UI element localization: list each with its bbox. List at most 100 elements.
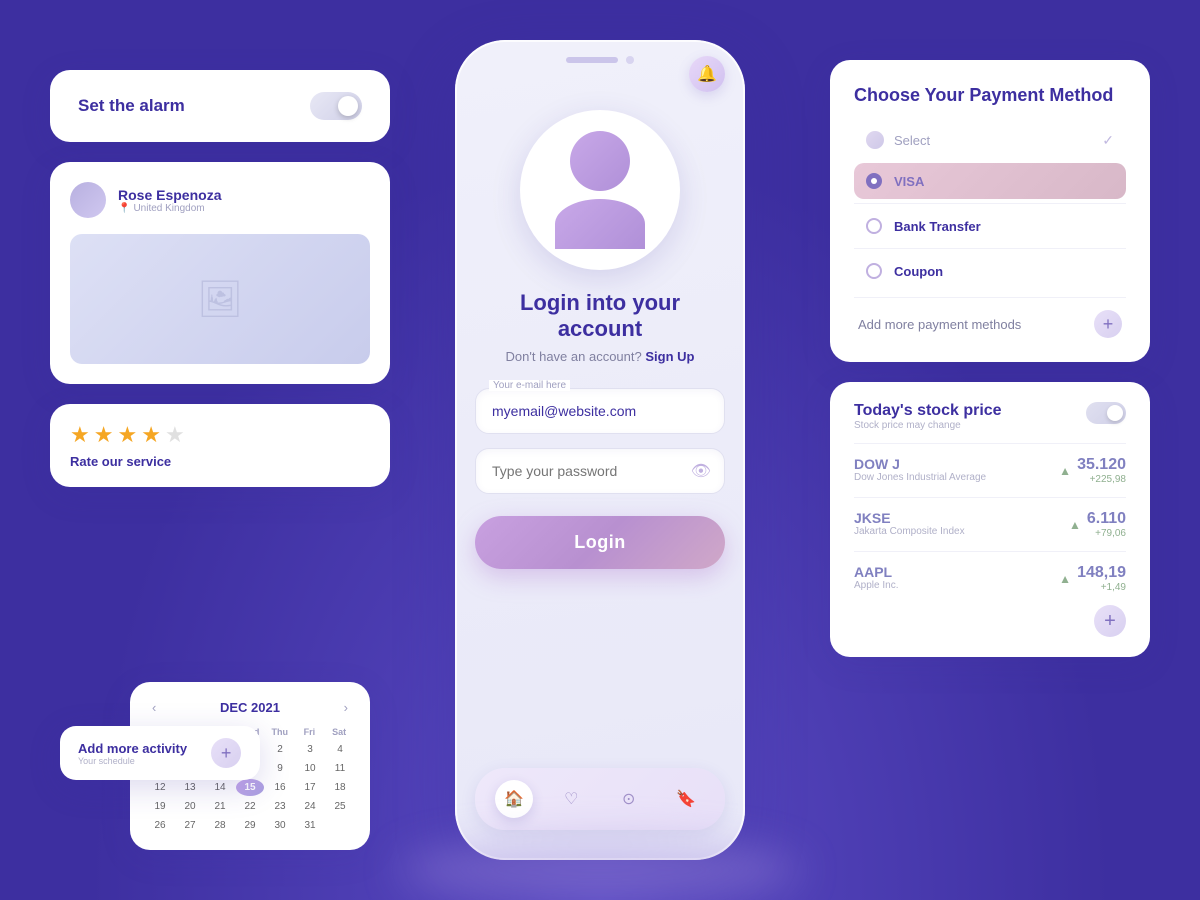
add-activity-button[interactable]: + [211, 738, 241, 768]
payment-card: Choose Your Payment Method Select ✓ VISA… [830, 60, 1150, 362]
cal-day-26[interactable]: 26 [146, 817, 174, 834]
cal-day-31[interactable]: 31 [296, 817, 324, 834]
cal-day-28[interactable]: 28 [206, 817, 234, 834]
stock-title-group: Today's stock price Stock price may chan… [854, 402, 1002, 431]
alarm-label: Set the alarm [78, 96, 185, 116]
cal-day-19[interactable]: 19 [146, 798, 174, 815]
cal-day-3[interactable]: 3 [296, 741, 324, 758]
stock-card: Today's stock price Stock price may chan… [830, 382, 1150, 657]
cal-day-20[interactable]: 20 [176, 798, 204, 815]
payment-divider-2 [854, 248, 1126, 249]
bell-icon[interactable]: 🔔 [689, 56, 725, 92]
phone-login-title: Login into your account [475, 290, 725, 343]
scene: Set the alarm Rose Espenoza 📍 United Kin… [50, 30, 1150, 870]
payment-option-coupon[interactable]: Coupon [854, 253, 1126, 289]
eye-icon[interactable]: 👁 [691, 461, 711, 481]
star-rating[interactable]: ★ ★ ★ ★ ★ [70, 422, 370, 448]
stock-divider-2 [854, 497, 1126, 498]
profile-info: Rose Espenoza 📍 United Kingdom [118, 187, 221, 214]
stock-name-aapl: Apple Inc. [854, 580, 898, 591]
avatar-head [570, 131, 630, 191]
cal-day-21[interactable]: 21 [206, 798, 234, 815]
cal-day-14[interactable]: 14 [206, 779, 234, 796]
password-input[interactable] [475, 448, 725, 494]
payment-option-bank[interactable]: Bank Transfer [854, 208, 1126, 244]
cal-day-12[interactable]: 12 [146, 779, 174, 796]
payment-radio-bank [866, 218, 882, 234]
nav-heart[interactable]: ♡ [552, 780, 590, 818]
nav-home[interactable]: 🏠 [495, 780, 533, 818]
stock-divider-1 [854, 443, 1126, 444]
profile-name: Rose Espenoza [118, 187, 221, 203]
stock-change-dowj: +225,98 [1077, 474, 1126, 485]
stock-toggle[interactable] [1086, 402, 1126, 424]
stock-info-jkse: JKSE Jakarta Composite Index [854, 510, 965, 537]
phone-container: 🔔 Login into your account Don't have an … [450, 30, 750, 870]
cal-day-29[interactable]: 29 [236, 817, 264, 834]
password-input-group: 👁 [475, 448, 725, 494]
up-arrow-dowj: ▲ [1059, 464, 1071, 478]
cal-prev-button[interactable]: ‹ [146, 698, 162, 717]
alarm-toggle[interactable] [310, 92, 362, 120]
star-2[interactable]: ★ [94, 422, 114, 448]
payment-option-visa[interactable]: VISA [854, 163, 1126, 199]
phone-frame: 🔔 Login into your account Don't have an … [455, 40, 745, 860]
stock-right-dowj: ▲ 35.120 +225,98 [1059, 456, 1126, 485]
stock-change-aapl: +1,49 [1077, 582, 1126, 593]
stock-title: Today's stock price [854, 402, 1002, 420]
left-column: Set the alarm Rose Espenoza 📍 United Kin… [50, 70, 390, 487]
email-input-label: Your e-mail here [489, 380, 570, 391]
cal-day-30[interactable]: 30 [266, 817, 294, 834]
stock-subtitle: Stock price may change [854, 420, 1002, 431]
cal-day-16[interactable]: 16 [266, 779, 294, 796]
cal-day-24[interactable]: 24 [296, 798, 324, 815]
cal-day-13[interactable]: 13 [176, 779, 204, 796]
phone-avatar [555, 131, 645, 249]
cal-day-2[interactable]: 2 [266, 741, 294, 758]
avatar [70, 182, 106, 218]
up-arrow-aapl: ▲ [1059, 572, 1071, 586]
stock-info-dowj: DOW J Dow Jones Industrial Average [854, 456, 986, 483]
profile-image: 🖼 [70, 234, 370, 364]
star-4[interactable]: ★ [141, 422, 161, 448]
email-input[interactable] [475, 388, 725, 434]
add-payment-button[interactable]: + [1094, 310, 1122, 338]
cal-day-15[interactable]: 15 [236, 779, 264, 796]
stock-toggle-knob [1107, 405, 1123, 421]
nav-settings[interactable]: ⊙ [610, 780, 648, 818]
star-5[interactable]: ★ [165, 422, 185, 448]
right-column: Choose Your Payment Method Select ✓ VISA… [830, 60, 1150, 657]
stock-ticker-jkse: JKSE [854, 510, 965, 526]
cal-day-17[interactable]: 17 [296, 779, 324, 796]
cal-day-25[interactable]: 25 [326, 798, 354, 815]
cal-next-button[interactable]: › [338, 698, 354, 717]
cal-day-18[interactable]: 18 [326, 779, 354, 796]
cal-day-11[interactable]: 11 [326, 760, 354, 777]
day-fri: Fri [295, 727, 325, 737]
phone-content: Login into your account Don't have an ac… [475, 290, 725, 569]
cal-day-23[interactable]: 23 [266, 798, 294, 815]
cal-day-10[interactable]: 10 [296, 760, 324, 777]
add-payment-row[interactable]: Add more payment methods + [854, 297, 1126, 338]
stock-right-aapl: ▲ 148,19 +1,49 [1059, 564, 1126, 593]
rating-label: Rate our service [70, 454, 370, 469]
notch-dot [626, 56, 634, 64]
stock-row-aapl: AAPL Apple Inc. ▲ 148,19 +1,49 [854, 564, 1126, 593]
stock-divider-3 [854, 551, 1126, 552]
up-arrow-jkse: ▲ [1069, 518, 1081, 532]
login-button[interactable]: Login [475, 516, 725, 569]
cal-day-4[interactable]: 4 [326, 741, 354, 758]
nav-bookmark[interactable]: 🔖 [667, 780, 705, 818]
stock-price-jkse: 6.110 [1087, 510, 1126, 528]
cal-day-22[interactable]: 22 [236, 798, 264, 815]
stock-price-aapl: 148,19 [1077, 564, 1126, 582]
cal-day-27[interactable]: 27 [176, 817, 204, 834]
cal-day-9[interactable]: 9 [266, 760, 294, 777]
star-1[interactable]: ★ [70, 422, 90, 448]
phone-notch [566, 56, 634, 64]
stock-add-button[interactable]: + [1094, 605, 1126, 637]
payment-radio-coupon [866, 263, 882, 279]
avatar-body [555, 199, 645, 249]
star-3[interactable]: ★ [117, 422, 137, 448]
signup-link[interactable]: Sign Up [645, 349, 694, 364]
